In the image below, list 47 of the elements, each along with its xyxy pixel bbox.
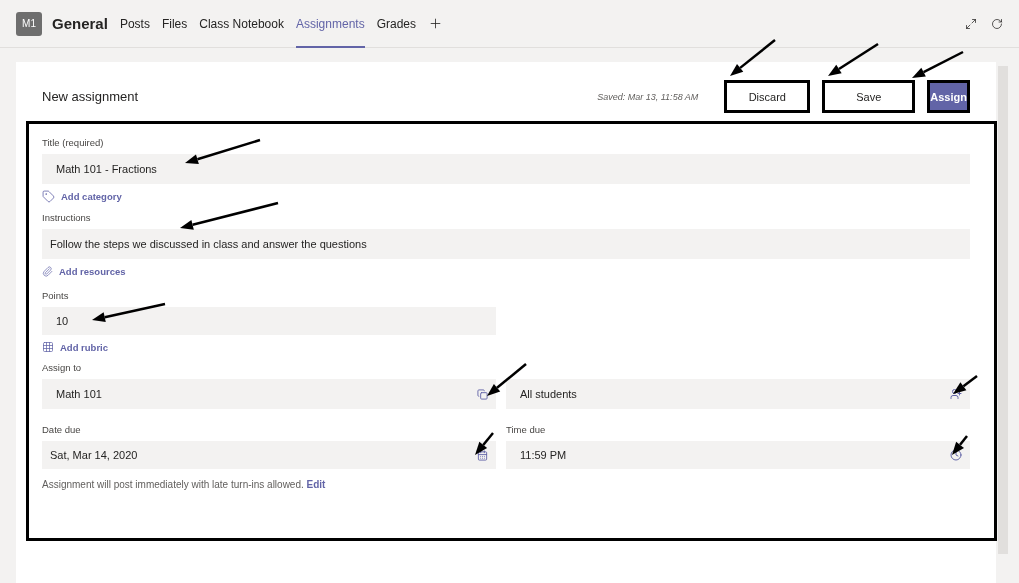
channel-name: General [52, 15, 108, 32]
arrow-annotation [953, 375, 978, 394]
scrollbar[interactable] [998, 66, 1008, 554]
calendar-icon[interactable] [477, 449, 488, 461]
channel-tab[interactable]: Posts [119, 0, 150, 48]
add-rubric-link[interactable]: Add rubric [60, 341, 109, 353]
team-avatar: M1 [16, 11, 42, 36]
class-picker-icon[interactable] [477, 388, 488, 400]
assign-button[interactable]: Assign [927, 80, 970, 113]
person-add-icon[interactable] [950, 388, 962, 400]
add-tab-icon[interactable] [428, 16, 443, 31]
add-resources-link[interactable]: Add resources [59, 266, 126, 277]
students-field[interactable]: All students [506, 379, 970, 409]
expand-icon[interactable] [965, 17, 977, 30]
channel-tab[interactable]: Grades [376, 0, 416, 48]
action-button[interactable]: Save [822, 80, 916, 113]
tag-icon [42, 190, 55, 203]
arrow-annotation [730, 39, 776, 76]
arrow-annotation [828, 42, 879, 76]
posting-note: Assignment will post immediately with late turn-ins allowed. Edit [42, 479, 327, 490]
grid-icon [42, 341, 54, 353]
refresh-icon[interactable] [991, 17, 1003, 30]
channel-tab[interactable]: Files [161, 0, 188, 48]
arrow-annotation [912, 50, 964, 78]
page-heading: New assignment [42, 89, 140, 104]
channel-tab[interactable]: Class Notebook [199, 0, 284, 48]
field-label: Title (required) [42, 137, 105, 148]
date-field[interactable]: Sat, Mar 14, 2020 [42, 441, 496, 469]
class-field[interactable]: Math 101 [42, 379, 496, 409]
arrow-annotation [475, 432, 494, 455]
field-label: Points [42, 290, 70, 301]
instructions-field[interactable]: Follow the steps we discussed in class and answer the questions [42, 229, 970, 259]
add-category-link[interactable]: Add category [61, 191, 122, 202]
channel-tab[interactable]: Assignments [295, 0, 365, 48]
field-label: Time due [506, 424, 547, 435]
action-button[interactable]: Discard [724, 80, 811, 113]
points-field[interactable]: 10 [42, 307, 496, 335]
field-label: Instructions [42, 212, 92, 223]
edit-link[interactable]: Edit [306, 479, 326, 490]
time-field[interactable]: 11:59 PM [506, 441, 970, 469]
clock-icon[interactable] [950, 449, 962, 461]
title-field[interactable]: Math 101 - Fractions [42, 154, 970, 184]
saved-status: Saved: Mar 13, 11:58 AM [597, 91, 699, 102]
paperclip-icon [42, 266, 53, 277]
field-label: Date due [42, 424, 82, 435]
arrow-annotation [952, 435, 968, 455]
field-label: Assign to [42, 362, 83, 373]
